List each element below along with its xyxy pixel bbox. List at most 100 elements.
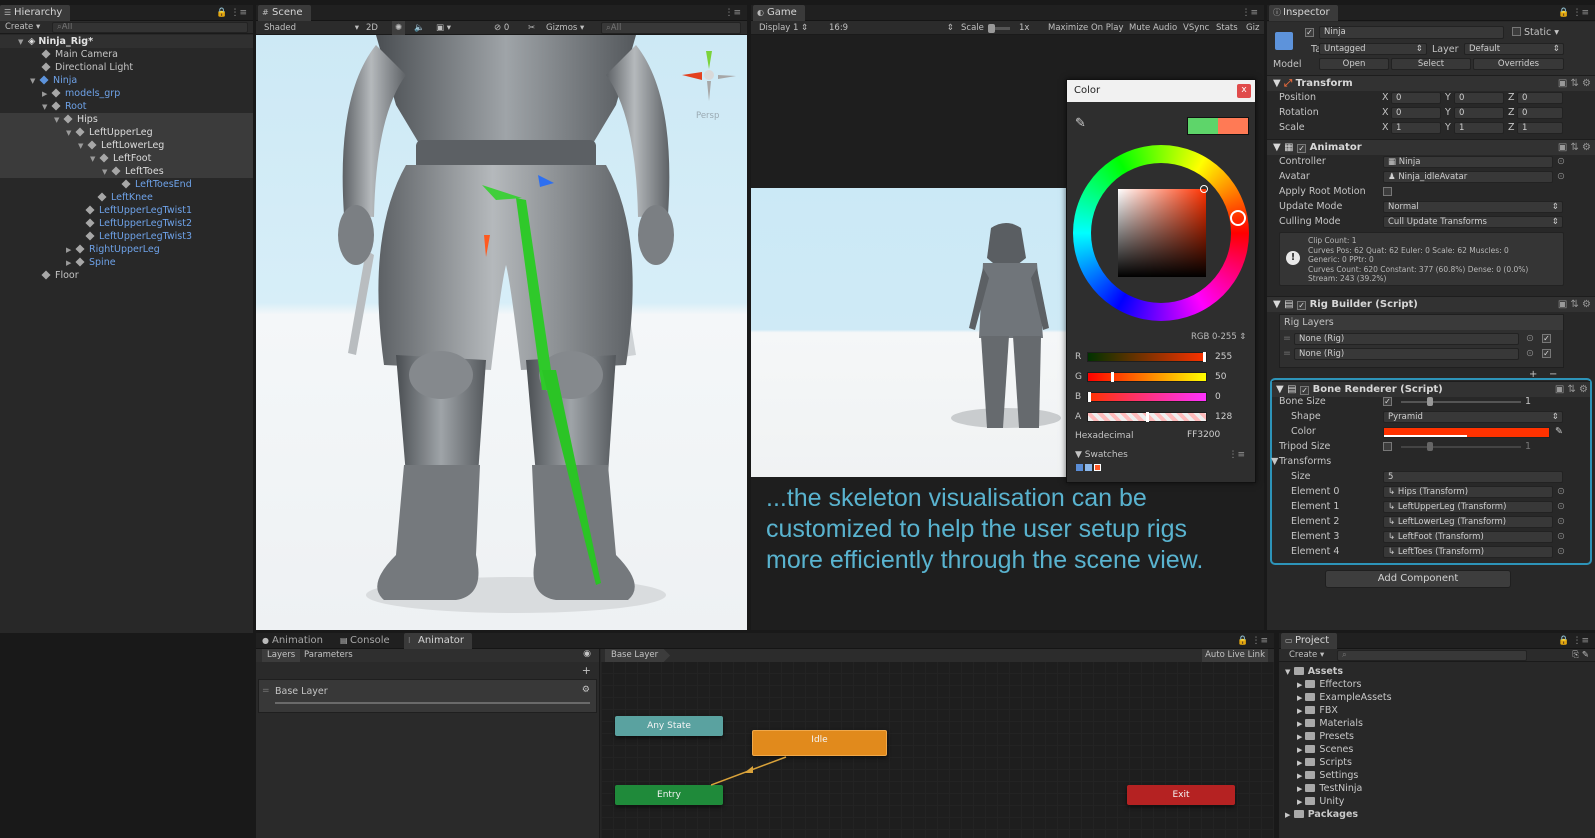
hierarchy-search-input[interactable]: ⌕All — [52, 22, 248, 33]
bone-size-checkbox[interactable]: ✓ — [1383, 397, 1392, 406]
channel-b-slider[interactable] — [1087, 392, 1207, 402]
swatches-menu-icon[interactable]: ⋮≡ — [1228, 450, 1245, 460]
tripod-checkbox[interactable] — [1383, 442, 1392, 451]
project-menu-icon[interactable]: 🔒 ⋮≡ — [1558, 633, 1589, 649]
drag-handle-icon[interactable]: = — [262, 686, 270, 696]
rotation-z[interactable]: 0 — [1517, 107, 1563, 119]
project-create-button[interactable]: Create ▾ — [1289, 649, 1324, 662]
rig-builder-enabled-checkbox[interactable]: ✓ — [1297, 301, 1307, 310]
scene-projection-label[interactable]: Persp — [696, 111, 719, 121]
vsync-toggle[interactable]: VSync — [1183, 21, 1209, 35]
tab-parameters[interactable]: Parameters — [304, 649, 353, 662]
project-folder[interactable]: ▶ Materials — [1279, 717, 1595, 730]
breadcrumb[interactable]: Base Layer — [605, 649, 671, 662]
expand-arrow-icon[interactable]: ▶ — [1297, 720, 1302, 728]
shading-mode-dropdown[interactable]: Shaded ▾ — [264, 21, 359, 35]
expand-arrow-icon[interactable]: ▶ — [1297, 733, 1302, 741]
expand-arrow-icon[interactable]: ▶ — [1297, 694, 1302, 702]
hierarchy-root[interactable]: ▼ ◈ Ninja_Rig* — [0, 35, 253, 48]
rig-layer-active-checkbox[interactable]: ✓ — [1542, 349, 1551, 358]
scale-slider[interactable] — [988, 24, 1010, 33]
tab-project[interactable]: ▭ Project — [1281, 633, 1338, 649]
sv-cursor[interactable] — [1200, 185, 1208, 193]
active-checkbox[interactable]: ✓ — [1305, 28, 1314, 37]
rotation-x[interactable]: 0 — [1391, 107, 1441, 119]
object-picker-icon[interactable]: ⊙ — [1557, 545, 1565, 559]
position-z[interactable]: 0 — [1517, 92, 1563, 104]
expand-arrow-icon[interactable]: ▶ — [1297, 746, 1302, 754]
color-field[interactable] — [1383, 427, 1550, 438]
game-menu-icon[interactable]: ⋮≡ — [1241, 5, 1258, 21]
hierarchy-item[interactable]: ▼ LeftLowerLeg — [0, 139, 253, 152]
state-exit[interactable]: Exit — [1127, 785, 1235, 805]
hidden-objects-icon[interactable]: ⊘ 0 — [494, 21, 509, 35]
animator-header[interactable]: ▼ ▦ ✓ Animator ▣ ⇅ ⚙ — [1267, 139, 1595, 155]
element-field[interactable]: ↳ LeftToes (Transform) — [1383, 546, 1553, 558]
project-folder[interactable]: ▶ FBX — [1279, 704, 1595, 717]
element-field[interactable]: ↳ LeftLowerLeg (Transform) — [1383, 516, 1553, 528]
project-folder[interactable]: ▶ Scripts — [1279, 756, 1595, 769]
gizmos-dropdown[interactable]: Gizmos ▾ — [546, 21, 584, 35]
scale-z[interactable]: 1 — [1517, 122, 1563, 134]
eyedropper-icon[interactable]: ✎ — [1075, 116, 1086, 131]
bone-size-value[interactable]: 1 — [1525, 395, 1531, 409]
swatches-header[interactable]: ▼ Swatches — [1075, 450, 1128, 460]
tab-scene[interactable]: # Scene — [258, 5, 311, 21]
slider-thumb[interactable] — [1427, 397, 1433, 406]
channel-b-value[interactable]: 0 — [1215, 392, 1221, 402]
lighting-toggle-icon[interactable]: ✺ — [392, 21, 406, 35]
culling-mode-dropdown[interactable]: Cull Update Transforms ⇕ — [1383, 216, 1563, 228]
hierarchy-item[interactable]: Directional Light — [0, 61, 253, 74]
tab-hierarchy[interactable]: ☰ Hierarchy — [0, 5, 71, 21]
swatch-1[interactable] — [1076, 464, 1083, 471]
tab-inspector[interactable]: ⓘ Inspector — [1269, 5, 1338, 21]
object-picker-icon[interactable]: ⊙ — [1557, 485, 1565, 499]
bone-size-slider[interactable] — [1401, 401, 1521, 403]
hierarchy-item[interactable]: ▼ Hips — [0, 113, 253, 126]
tab-animator[interactable]: ⁝ Animator — [404, 633, 472, 649]
element-field[interactable]: ↳ LeftUpperLeg (Transform) — [1383, 501, 1553, 513]
hierarchy-item[interactable]: LeftUpperLegTwist1 — [0, 204, 253, 217]
object-name-field[interactable]: Ninja — [1319, 26, 1504, 39]
hierarchy-item[interactable]: LeftToesEnd — [0, 178, 253, 191]
layer-row[interactable]: = Base Layer ⚙ — [258, 679, 597, 713]
effects-toggle-icon[interactable]: ▣ ▾ — [436, 21, 451, 35]
static-toggle[interactable]: Static ▾ — [1512, 27, 1559, 38]
slider-thumb[interactable] — [1145, 412, 1149, 422]
expand-arrow-icon[interactable]: ▼ — [1285, 668, 1290, 676]
slider-thumb[interactable] — [1088, 392, 1091, 402]
position-y[interactable]: 0 — [1454, 92, 1504, 104]
channel-a-value[interactable]: 128 — [1215, 412, 1232, 422]
slider-thumb[interactable] — [1203, 352, 1206, 362]
stats-toggle[interactable]: Stats — [1216, 21, 1238, 35]
rotation-y[interactable]: 0 — [1454, 107, 1504, 119]
channel-a-slider[interactable] — [1087, 412, 1207, 422]
hierarchy-item[interactable]: ▼ Ninja — [0, 74, 253, 87]
animator-menu-icon[interactable]: 🔒 ⋮≡ — [1237, 633, 1268, 649]
controller-field[interactable]: ▦ Ninja — [1383, 156, 1553, 168]
object-picker-icon[interactable]: ⊙ — [1557, 155, 1565, 169]
tripod-value[interactable]: 1 — [1525, 440, 1531, 454]
transforms-foldout[interactable]: ▼ Transforms — [1267, 455, 1595, 469]
hierarchy-item[interactable]: ▶ Spine — [0, 256, 253, 269]
root-motion-checkbox[interactable] — [1383, 187, 1392, 196]
object-picker-icon[interactable]: ⊙ — [1557, 530, 1565, 544]
animator-graph[interactable]: Base Layer Auto Live Link Any State Idle… — [601, 649, 1274, 838]
hierarchy-create-button[interactable]: Create ▾ — [5, 21, 40, 34]
element-field[interactable]: ↳ LeftFoot (Transform) — [1383, 531, 1553, 543]
element-field[interactable]: ↳ Hips (Transform) — [1383, 486, 1553, 498]
hierarchy-item[interactable]: ▼ LeftToes — [0, 165, 253, 178]
hierarchy-item[interactable]: Floor — [0, 269, 253, 282]
rig-builder-header[interactable]: ▼ ▤ ✓ Rig Builder (Script) ▣ ⇅ ⚙ — [1267, 296, 1595, 312]
toggle-2d-button[interactable]: 2D — [366, 21, 378, 35]
project-folder[interactable]: ▶ Effectors — [1279, 678, 1595, 691]
hue-cursor[interactable] — [1230, 210, 1246, 226]
static-checkbox[interactable] — [1512, 27, 1521, 36]
expand-arrow-icon[interactable]: ▶ — [1297, 785, 1302, 793]
project-filter-icons[interactable]: ⎘ ✎ — [1572, 649, 1589, 662]
update-mode-dropdown[interactable]: Normal ⇕ — [1383, 201, 1563, 213]
eye-icon[interactable]: ◉ — [583, 649, 591, 659]
aspect-dropdown[interactable]: 16:9 ⇕ — [829, 21, 954, 35]
audio-toggle-icon[interactable]: 🔈 — [414, 21, 425, 35]
tab-console[interactable]: ▤ Console — [336, 633, 398, 649]
